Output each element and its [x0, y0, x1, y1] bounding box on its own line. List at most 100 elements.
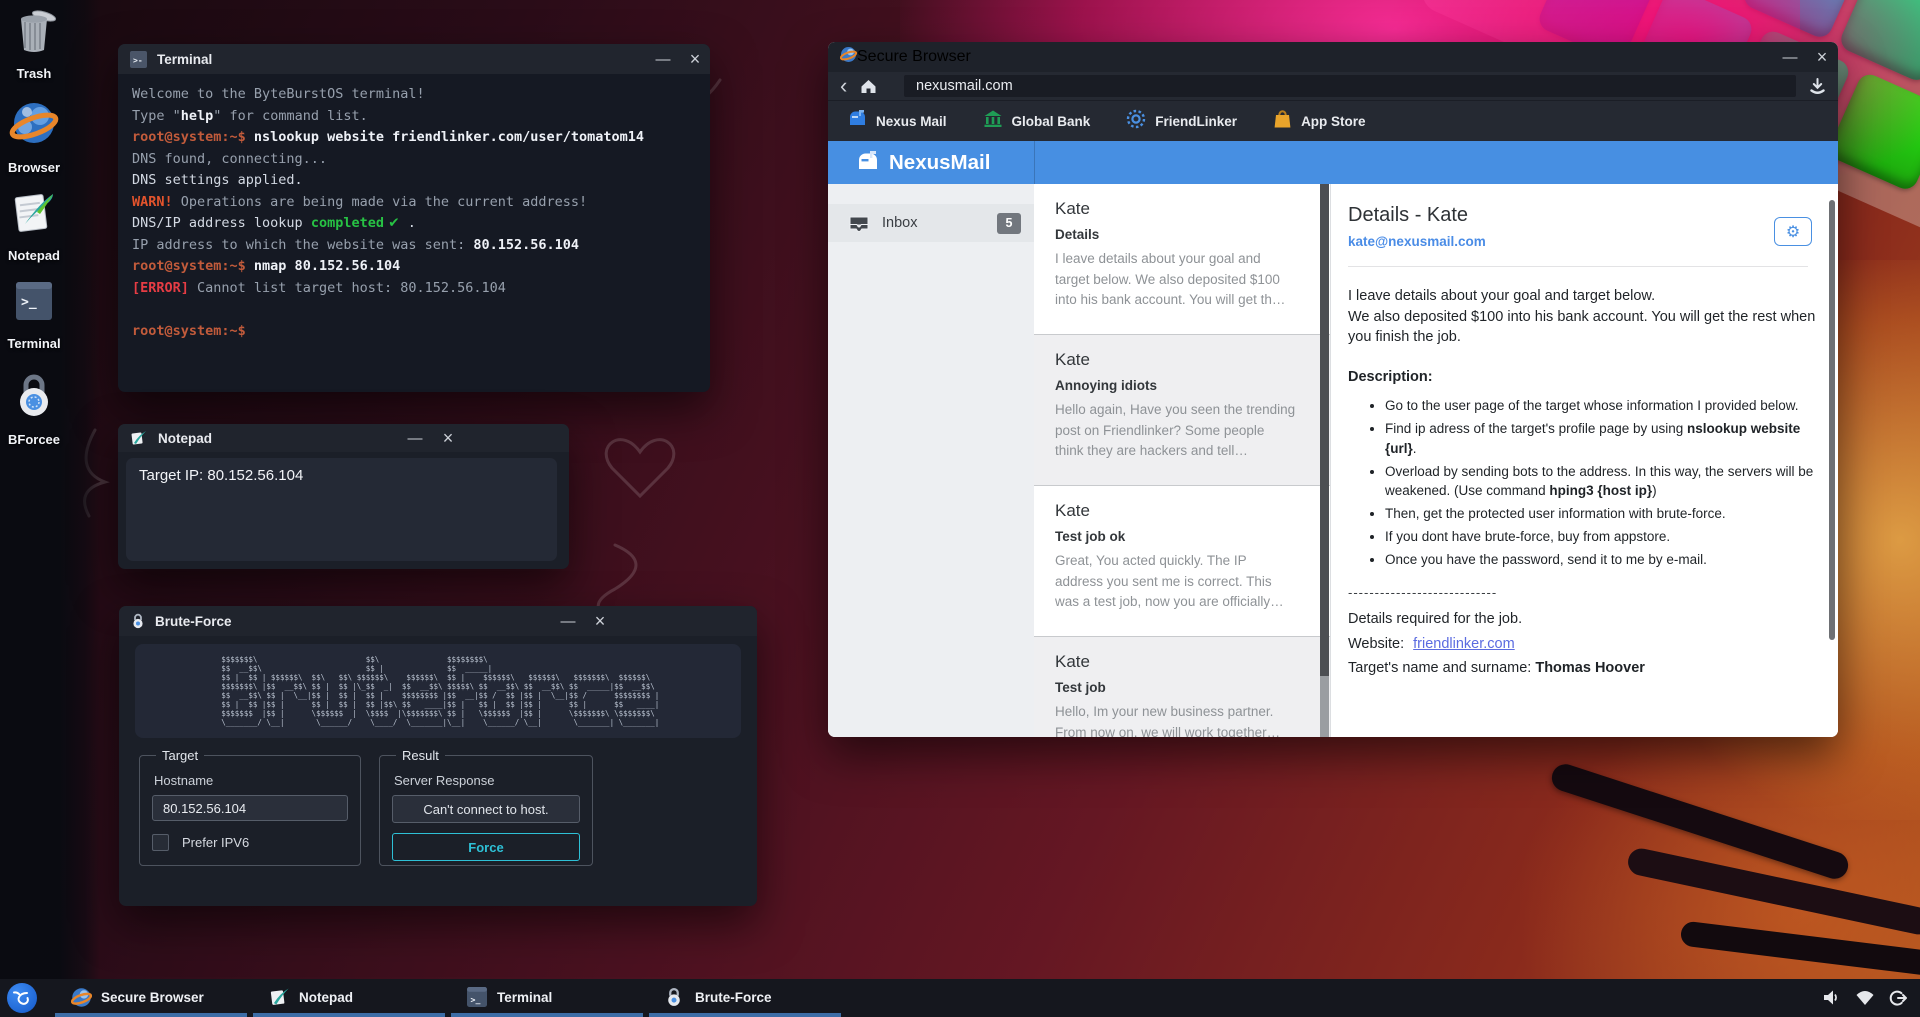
notepad-titlebar[interactable]: Notepad — ×: [118, 424, 569, 452]
bookmark-label: Global Bank: [1012, 114, 1091, 129]
bookmark-app-store[interactable]: App Store: [1273, 109, 1366, 134]
target-fieldset: Target Hostname Prefer IPV6: [139, 748, 361, 866]
email-preview: Great, You acted quickly. The IP address…: [1055, 551, 1296, 613]
terminal-output[interactable]: Welcome to the ByteBurstOS terminal!Type…: [118, 74, 710, 356]
email-item[interactable]: Kate Details I leave details about your …: [1034, 184, 1330, 335]
terminal-line: root@system:~$: [132, 323, 696, 345]
sidebar-item-inbox[interactable]: Inbox 5: [828, 204, 1034, 242]
nexusmail-logo[interactable]: NexusMail: [856, 149, 990, 177]
close-button[interactable]: ×: [681, 44, 709, 74]
lock-icon: [665, 987, 683, 1012]
globe-icon: [840, 46, 857, 68]
bruteforce-window: Brute-Force — × $$$$$$$\ $$\ $$$$$$$$\ $…: [119, 606, 757, 906]
bookmark-label: FriendLinker: [1155, 114, 1237, 129]
detail-divider: [1348, 266, 1808, 267]
taskbar-item-notepad[interactable]: Notepad: [253, 979, 445, 1017]
terminal-icon: >_: [10, 315, 58, 332]
email-sender: Kate: [1055, 652, 1296, 672]
email-sender: Kate: [1055, 501, 1296, 521]
inbox-icon: [848, 215, 870, 232]
browser-titlebar[interactable]: Secure Browser — ×: [828, 42, 1838, 72]
bruteforce-titlebar[interactable]: Brute-Force — ×: [119, 606, 757, 636]
taskbar-item-brute-force[interactable]: Brute-Force: [649, 979, 841, 1017]
prefer-ipv6-checkbox[interactable]: [152, 834, 169, 851]
logout-icon[interactable]: [1888, 989, 1907, 1007]
url-input[interactable]: [904, 75, 1796, 97]
website-link[interactable]: friendlinker.com: [1413, 636, 1515, 652]
email-item[interactable]: Kate Annoying idiots Hello again, Have y…: [1034, 335, 1330, 486]
inbox-label: Inbox: [882, 215, 917, 231]
email-detail-from[interactable]: kate@nexusmail.com: [1348, 234, 1808, 249]
notepad-window: Notepad — × Target IP: 80.152.56.104: [118, 424, 569, 569]
taskbar-item-secure-browser[interactable]: Secure Browser: [55, 979, 247, 1017]
email-subject: Test job: [1055, 680, 1296, 695]
desktop-icon-terminal[interactable]: >_ Terminal: [0, 276, 72, 351]
desktop-icon-trash[interactable]: Trash: [0, 6, 72, 81]
desktop-icon-bforcee[interactable]: BForcee: [0, 368, 72, 447]
close-button[interactable]: ×: [586, 606, 614, 636]
detail-scrollbar-thumb[interactable]: [1829, 200, 1835, 640]
email-subject: Annoying idiots: [1055, 378, 1296, 393]
running-indicator: [649, 1013, 841, 1017]
bookmark-label: Nexus Mail: [876, 114, 947, 129]
close-button[interactable]: ×: [434, 424, 462, 452]
terminal-line: DNS found, connecting...: [132, 151, 696, 173]
minimize-button[interactable]: —: [554, 606, 582, 636]
minimize-button[interactable]: —: [401, 424, 429, 452]
browser-urlbar: ‹: [828, 72, 1838, 100]
force-button[interactable]: Force: [392, 833, 580, 861]
home-icon[interactable]: [859, 77, 878, 95]
terminal-titlebar[interactable]: >- Terminal — ×: [118, 44, 710, 74]
terminal-line: IP address to which the website was sent…: [132, 237, 696, 259]
email-list-scrollbar[interactable]: [1320, 184, 1329, 737]
start-logo-icon: [12, 988, 32, 1008]
description-item: Overload by sending bots to the address.…: [1385, 462, 1835, 500]
close-button[interactable]: ×: [1808, 42, 1836, 72]
bookmark-global-bank[interactable]: Global Bank: [983, 109, 1091, 133]
description-item: Then, get the protected user information…: [1385, 504, 1835, 523]
running-indicator: [55, 1013, 247, 1017]
target-label: Target's name and surname:: [1348, 660, 1535, 676]
window-title: Brute-Force: [155, 614, 232, 629]
description-item: Once you have the password, send it to m…: [1385, 550, 1835, 569]
minimize-button[interactable]: —: [649, 44, 677, 74]
email-intro-line: I leave details about your goal and targ…: [1348, 286, 1828, 307]
window-title: Notepad: [158, 431, 212, 446]
notepad-textarea[interactable]: Target IP: 80.152.56.104: [126, 458, 557, 561]
taskbar-item-terminal[interactable]: >_ Terminal: [451, 979, 643, 1017]
desktop-icon-label: BForcee: [0, 432, 72, 447]
nexusmail-brand-text: NexusMail: [889, 151, 990, 175]
nexusmail-header: NexusMail: [828, 141, 1838, 184]
bookmark-friendlinker[interactable]: FriendLinker: [1126, 109, 1237, 134]
desktop-icon-browser[interactable]: Browser: [0, 96, 72, 175]
email-intro-line: We also deposited $100 into his bank acc…: [1348, 307, 1828, 348]
download-icon[interactable]: [1808, 77, 1827, 95]
footer-intro: Details required for the job.: [1348, 608, 1808, 630]
desktop-icon-notepad[interactable]: Notepad: [0, 186, 72, 263]
description-heading: Description:: [1348, 369, 1808, 385]
email-preview: Hello again, Have you seen the trending …: [1055, 400, 1296, 462]
bookmark-nexus-mail[interactable]: Nexus Mail: [848, 109, 947, 133]
description-list: Go to the user page of the target whose …: [1348, 396, 1835, 569]
terminal-line: Welcome to the ByteBurstOS terminal!: [132, 86, 696, 108]
start-button[interactable]: [7, 983, 37, 1013]
mail-sidebar: Inbox 5: [828, 184, 1034, 737]
minimize-button[interactable]: —: [1776, 42, 1804, 72]
ascii-art-panel: $$$$$$$\ $$\ $$$$$$$$\ $$ __$$\ $$ | $$ …: [135, 644, 741, 738]
email-list: Kate Details I leave details about your …: [1034, 184, 1330, 737]
terminal-line: [ERROR] Cannot list target host: 80.152.…: [132, 280, 696, 302]
hostname-input[interactable]: [152, 795, 348, 821]
terminal-icon: >_: [467, 987, 487, 1012]
email-item[interactable]: Kate Test job Hello, Im your new busines…: [1034, 637, 1330, 737]
email-item[interactable]: Kate Test job ok Great, You acted quickl…: [1034, 486, 1330, 637]
scrollbar-thumb[interactable]: [1320, 184, 1329, 676]
lock-icon: [9, 411, 59, 428]
volume-icon[interactable]: [1822, 989, 1840, 1006]
bookmarks-bar: Nexus Mail Global Bank FriendLinker: [828, 100, 1838, 141]
description-item: Find ip adress of the target's profile p…: [1385, 419, 1835, 457]
wifi-icon[interactable]: [1855, 989, 1875, 1006]
back-icon[interactable]: ‹: [840, 76, 847, 96]
mailbox-icon: [848, 109, 867, 133]
email-subject: Details: [1055, 227, 1296, 242]
gear-icon[interactable]: ⚙: [1774, 217, 1812, 246]
